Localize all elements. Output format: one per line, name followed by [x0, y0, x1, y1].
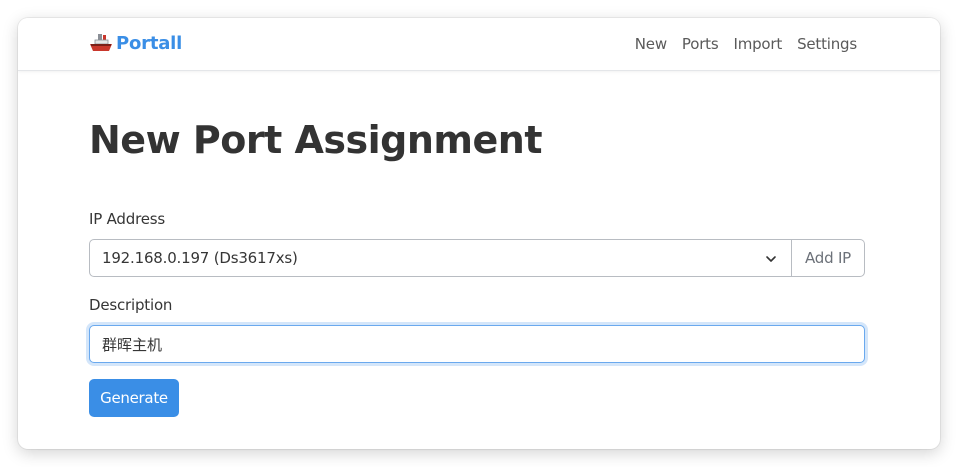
description-input[interactable] — [89, 325, 865, 363]
brand-name: Portall — [116, 32, 183, 54]
nav-link-settings[interactable]: Settings — [797, 35, 857, 53]
ip-address-selected-value: 192.168.0.197 (Ds3617xs) — [102, 249, 298, 267]
navbar: Portall New Ports Import Settings — [18, 18, 940, 71]
ship-icon — [90, 34, 112, 51]
ip-address-group: 192.168.0.197 (Ds3617xs) Add IP — [89, 239, 865, 277]
nav-link-ports[interactable]: Ports — [682, 35, 719, 53]
generate-button[interactable]: Generate — [89, 379, 179, 417]
ip-address-select[interactable]: 192.168.0.197 (Ds3617xs) — [89, 239, 792, 277]
add-ip-button[interactable]: Add IP — [792, 239, 865, 277]
nav-link-new[interactable]: New — [635, 35, 667, 53]
brand[interactable]: Portall — [89, 32, 182, 54]
nav-links: New Ports Import Settings — [635, 35, 857, 53]
ip-address-label: IP Address — [89, 210, 165, 228]
nav-link-import[interactable]: Import — [733, 35, 782, 53]
page-title: New Port Assignment — [89, 118, 543, 162]
description-label: Description — [89, 296, 173, 314]
chevron-down-icon — [766, 256, 776, 262]
app-window: Portall New Ports Import Settings New Po… — [18, 18, 940, 449]
